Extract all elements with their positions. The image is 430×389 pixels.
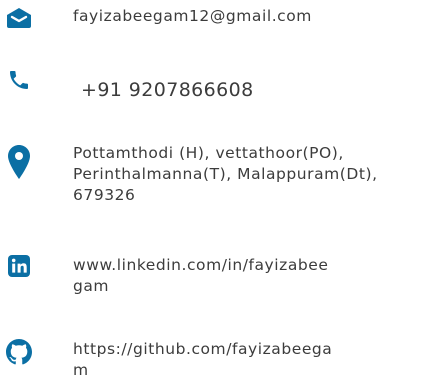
github-icon — [6, 339, 32, 365]
location-pin-icon — [6, 145, 32, 179]
phone-icon — [6, 68, 32, 92]
linkedin-icon — [6, 255, 32, 277]
github-link[interactable]: https://github.com/fayizabeega m — [73, 339, 393, 381]
phone-number[interactable]: +91 9207866608 — [81, 78, 401, 102]
email-link[interactable]: fayizabeegam12@gmail.com — [73, 6, 393, 27]
envelope-icon — [6, 8, 32, 28]
address-text: Pottamthodi (H), vettathoor(PO), Perinth… — [73, 144, 378, 204]
linkedin-link[interactable]: www.linkedin.com/in/fayizabee gam — [73, 255, 393, 297]
